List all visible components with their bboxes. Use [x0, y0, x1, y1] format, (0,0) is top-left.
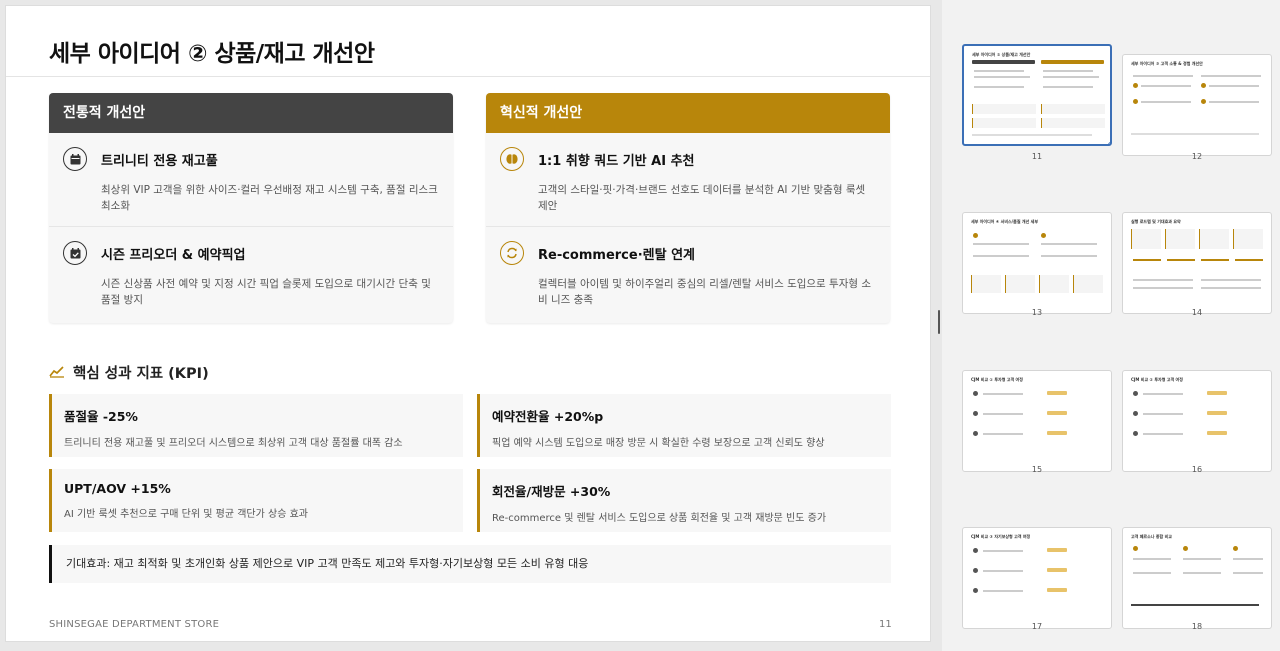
kpi-description: 트리니티 전용 재고풀 및 프리오더 시스템으로 최상위 고객 대상 품절률 대… [64, 438, 403, 449]
kpi-card: UPT/AOV +15% AI 기반 룩셋 추천으로 구매 단위 및 평균 객단… [49, 469, 463, 532]
slide-thumbnail-15[interactable]: CJM 비교 ① 투자형 고객 여정 [962, 370, 1112, 472]
brain-icon [500, 147, 524, 171]
traditional-item: 트리니티 전용 재고풀 최상위 VIP 고객을 위한 사이즈·컬러 우선배정 재… [49, 133, 453, 227]
item-description: 컬렉터블 아이템 및 하이주얼리 중심의 리셀/렌탈 서비스 도입으로 투자형 … [538, 278, 872, 306]
kpi-card: 품절율 -25% 트리니티 전용 재고풀 및 프리오더 시스템으로 최상위 고객… [49, 394, 463, 457]
innovative-card: 혁신적 개선안 1:1 취향 쿼드 기반 AI 추천 고객의 스타일·핏·가격·… [486, 93, 890, 323]
thumbnail-number: 15 [1031, 465, 1043, 474]
traditional-item: 시즌 프리오더 & 예약픽업 시즌 신상품 사전 예약 및 지정 시간 픽업 슬… [49, 227, 453, 321]
traditional-card: 전통적 개선안 트리니티 전용 재고풀 최상위 VIP 고객을 위한 사이즈·컬… [49, 93, 453, 323]
kpi-description: AI 기반 룩셋 추천으로 구매 단위 및 평균 객단가 상승 효과 [64, 509, 308, 520]
slide-title: 세부 아이디어 ② 상품/재고 개선안 [49, 41, 375, 67]
traditional-header: 전통적 개선안 [49, 93, 453, 133]
footer-brand: SHINSEGAE DEPARTMENT STORE [49, 619, 220, 630]
kpi-title: 품절율 -25% [64, 409, 138, 424]
slide-thumbnail-11[interactable]: 세부 아이디어 ② 상품/재고 개선안 [962, 44, 1112, 146]
thumbnail-number: 17 [1031, 622, 1043, 631]
calendar-icon [63, 147, 87, 171]
slide-thumbnail-12[interactable]: 세부 아이디어 ③ 고객 소통 & 경험 개선안 [1122, 54, 1272, 156]
thumbnail-title: CJM 비교 ③ 자기보상형 고객 여정 [971, 534, 1031, 539]
item-description: 시즌 신상품 사전 예약 및 지정 시간 픽업 슬롯제 도입으로 대기시간 단축… [101, 278, 431, 306]
thumbnail-title: 세부 아이디어 ② 상품/재고 개선안 [972, 52, 1031, 57]
innovative-item: Re-commerce·렌탈 연계 컬렉터블 아이템 및 하이주얼리 중심의 리… [486, 227, 890, 321]
slide-thumbnail-13[interactable]: 세부 아이디어 ④ 서비스/품질 개선 세부 [962, 212, 1112, 314]
kpi-title: UPT/AOV +15% [64, 481, 171, 496]
slide-thumbnail-16[interactable]: CJM 비교 ② 투자형 고객 여정 [1122, 370, 1272, 472]
item-title: 1:1 취향 쿼드 기반 AI 추천 [538, 154, 695, 169]
footer-page-number: 11 [879, 619, 892, 630]
item-title: Re-commerce·렌탈 연계 [538, 248, 696, 263]
kpi-title: 회전율/재방문 +30% [492, 484, 611, 499]
innovative-header: 혁신적 개선안 [486, 93, 890, 133]
recycle-icon [500, 241, 524, 265]
thumbnail-title: 고객 페르소나 종합 비교 [1131, 534, 1172, 539]
expected-effect-banner: 기대효과: 재고 최적화 및 초개인화 상품 제안으로 VIP 고객 만족도 제… [49, 545, 891, 583]
resize-handle-icon[interactable] [1108, 142, 1110, 144]
thumbnail-title: 세부 아이디어 ③ 고객 소통 & 경험 개선안 [1131, 61, 1203, 66]
thumbnail-title: 실행 로드맵 및 기대효과 요약 [1131, 219, 1181, 224]
thumbnail-number: 18 [1191, 622, 1203, 631]
kpi-description: 픽업 예약 시스템 도입으로 매장 방문 시 확실한 수령 보장으로 고객 신뢰… [492, 438, 825, 449]
kpi-heading: 핵심 성과 지표 (KPI) [49, 362, 209, 383]
kpi-card: 회전율/재방문 +30% Re-commerce 및 렌탈 서비스 도입으로 상… [477, 469, 891, 532]
item-title: 시즌 프리오더 & 예약픽업 [101, 248, 246, 263]
title-divider [6, 76, 930, 77]
kpi-description: Re-commerce 및 렌탈 서비스 도입으로 상품 회전율 및 고객 재방… [492, 513, 827, 524]
item-title: 트리니티 전용 재고풀 [101, 154, 218, 169]
thumbnail-number: 11 [1031, 152, 1043, 161]
slide-thumbnail-18[interactable]: 고객 페르소나 종합 비교 [1122, 527, 1272, 629]
thumbnail-number: 12 [1191, 152, 1203, 161]
kpi-title: 예약전환율 +20%p [492, 409, 604, 424]
thumbnail-number: 13 [1031, 308, 1043, 317]
kpi-heading-text: 핵심 성과 지표 (KPI) [73, 366, 209, 382]
slide-thumbnail-17[interactable]: CJM 비교 ③ 자기보상형 고객 여정 [962, 527, 1112, 629]
calendar-check-icon [63, 241, 87, 265]
trend-chart-icon [49, 363, 65, 382]
thumbnail-title: 세부 아이디어 ④ 서비스/품질 개선 세부 [971, 219, 1039, 224]
thumbnail-title: CJM 비교 ① 투자형 고객 여정 [971, 377, 1023, 382]
kpi-card: 예약전환율 +20%p 픽업 예약 시스템 도입으로 매장 방문 시 확실한 수… [477, 394, 891, 457]
slide-thumbnail-14[interactable]: 실행 로드맵 및 기대효과 요약 [1122, 212, 1272, 314]
slide-canvas: 세부 아이디어 ② 상품/재고 개선안 전통적 개선안 트리니티 전용 재고풀 … [5, 5, 931, 642]
item-description: 최상위 VIP 고객을 위한 사이즈·컬러 우선배정 재고 시스템 구축, 품절… [101, 184, 438, 212]
thumbnail-number: 16 [1191, 465, 1203, 474]
item-description: 고객의 스타일·핏·가격·브랜드 선호도 데이터를 분석한 AI 기반 맞춤형 … [538, 184, 866, 212]
panel-resize-handle[interactable] [937, 310, 941, 334]
thumbnail-number: 14 [1191, 308, 1203, 317]
innovative-item: 1:1 취향 쿼드 기반 AI 추천 고객의 스타일·핏·가격·브랜드 선호도 … [486, 133, 890, 227]
thumbnail-title: CJM 비교 ② 투자형 고객 여정 [1131, 377, 1183, 382]
slide-thumbnail-panel[interactable]: 세부 아이디어 ② 상품/재고 개선안 11 세부 아이디어 ③ 고객 소통 &… [942, 0, 1280, 651]
